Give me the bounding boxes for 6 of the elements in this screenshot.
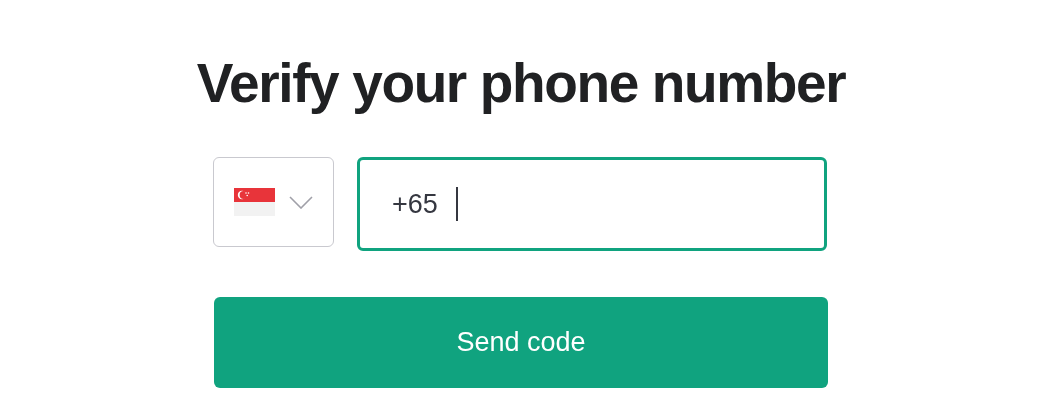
chevron-down-icon	[289, 195, 313, 209]
text-cursor	[455, 187, 458, 221]
flag-icon	[234, 188, 275, 216]
country-select[interactable]	[213, 157, 334, 247]
phone-number-field[interactable]: +65	[357, 157, 827, 251]
page-title: Verify your phone number	[196, 51, 846, 116]
